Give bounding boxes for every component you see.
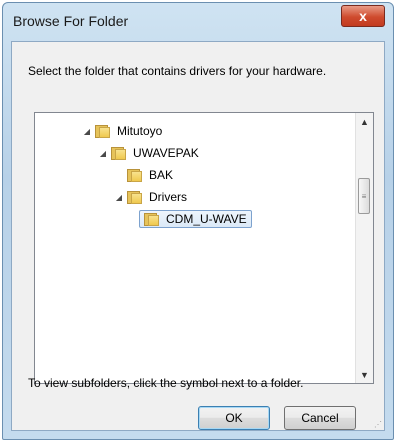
scroll-down-arrow-icon[interactable]: ▼: [356, 366, 373, 383]
tree-item-bak[interactable]: BAK: [115, 165, 173, 185]
selected-item-highlight: CDM_U-WAVE: [139, 210, 252, 228]
resize-grip-icon[interactable]: ⋰: [374, 420, 382, 429]
folder-icon: [127, 168, 143, 182]
dialog-client-area: Select the folder that contains drivers …: [11, 41, 385, 431]
expanded-arrow-icon[interactable]: ◢: [99, 149, 107, 158]
tree-item-label: Mitutoyo: [117, 124, 163, 138]
folder-icon: [144, 212, 160, 226]
tree-item-label: UWAVEPAK: [133, 146, 199, 160]
scroll-up-arrow-icon[interactable]: ▲: [356, 113, 373, 130]
close-button[interactable]: x: [341, 5, 385, 27]
folder-icon: [111, 146, 127, 160]
tree-item-label: BAK: [149, 168, 174, 182]
tree-item-mitutoyo[interactable]: ◢ Mitutoyo: [83, 121, 162, 141]
browse-for-folder-dialog: Browse For Folder x Select the folder th…: [2, 2, 394, 440]
dialog-title: Browse For Folder: [13, 13, 129, 29]
close-icon: x: [359, 8, 367, 24]
tree-item-label: CDM_U-WAVE: [166, 212, 247, 226]
tree-item-label: Drivers: [149, 190, 187, 204]
vertical-scrollbar[interactable]: ▲ ≡ ▼: [355, 113, 373, 383]
expanded-arrow-icon[interactable]: ◢: [83, 127, 91, 136]
ok-button[interactable]: OK: [198, 406, 270, 430]
expanded-arrow-icon[interactable]: ◢: [115, 193, 123, 202]
folder-tree[interactable]: ◢ Mitutoyo ◢ UWAVEPAK BAK ◢ Drivers CDM_…: [34, 112, 374, 384]
scroll-thumb[interactable]: ≡: [358, 178, 370, 214]
hint-text: To view subfolders, click the symbol nex…: [28, 376, 304, 390]
tree-item-cdm-u-wave[interactable]: CDM_U-WAVE: [131, 209, 252, 229]
folder-icon: [95, 124, 111, 138]
tree-item-uwavepak[interactable]: ◢ UWAVEPAK: [99, 143, 199, 163]
instruction-text: Select the folder that contains drivers …: [28, 64, 327, 78]
cancel-button[interactable]: Cancel: [284, 406, 356, 430]
folder-icon: [127, 190, 143, 204]
tree-item-drivers[interactable]: ◢ Drivers: [115, 187, 187, 207]
